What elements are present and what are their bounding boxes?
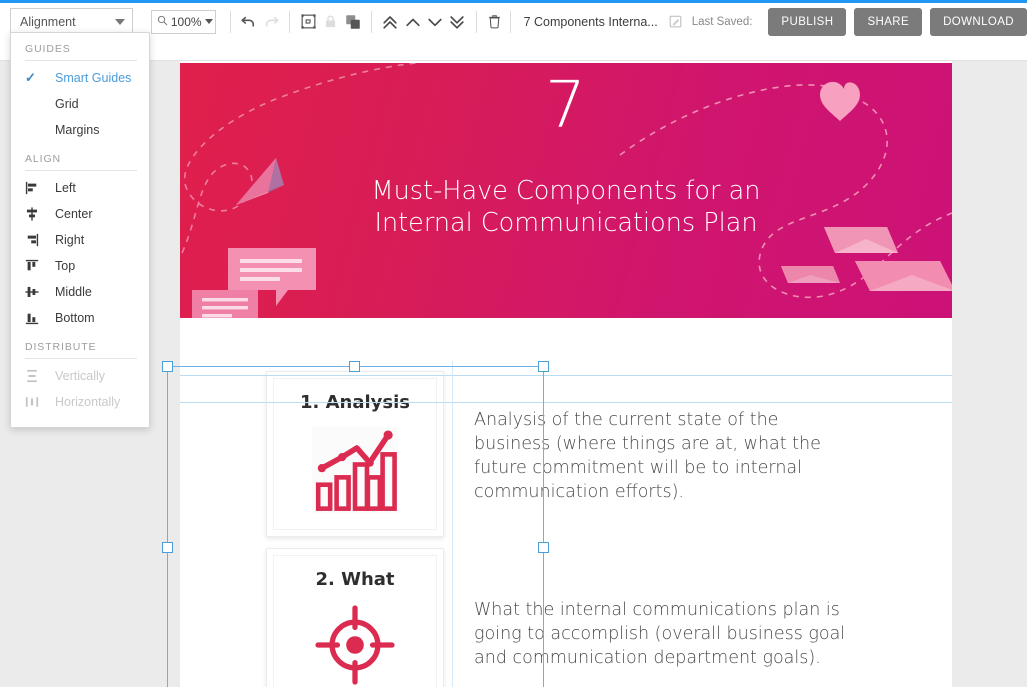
menu-item-label: Middle [55,285,92,299]
download-button[interactable]: DOWNLOAD [930,7,1027,36]
divider [25,60,137,61]
menu-item-label: Horizontally [55,395,121,409]
menu-item-align-middle[interactable]: Middle [11,279,149,305]
zoom-level-value: 100% [170,14,202,29]
lock-icon[interactable] [320,9,342,35]
menu-item-align-center[interactable]: Center [11,201,149,227]
toolbar-actions: PUBLISH SHARE DOWNLOAD [768,7,1027,36]
crop-frame-icon[interactable] [297,9,319,35]
check-icon: ✓ [25,70,36,85]
menu-item-label: Top [55,259,76,273]
toolbar-divider [229,10,231,33]
publish-button[interactable]: PUBLISH [768,7,847,36]
dropdown-section-heading-distribute: DISTRIBUTE [25,341,97,353]
dropdown-section-heading-guides: GUIDES [25,43,71,55]
chevron-down-icon [114,18,125,25]
slide-canvas[interactable]: 7 Must-Have Components for an Internal C… [180,61,952,687]
toolbar-divider [289,10,291,33]
redo-icon[interactable] [260,9,282,35]
selection-edge-left [167,366,168,687]
undo-icon[interactable] [238,9,260,35]
resize-handle-middle-left[interactable] [162,542,173,553]
item-card-1[interactable]: 1. Analysis [266,371,444,537]
selection-edge-right [543,366,544,687]
menu-item-distribute-horizontally: Horizontally [11,389,149,415]
edit-pencil-icon[interactable] [668,14,683,29]
menu-item-align-right[interactable]: Right [11,227,149,253]
banner-title-line-1: Must-Have Components for an [371,176,761,206]
item-body-2[interactable]: What the internal communications plan is… [474,599,864,671]
align-center-icon [25,207,55,221]
menu-item-margins[interactable]: Margins [11,117,149,143]
banner-title-line-2: Internal Communications Plan [374,208,758,239]
menu-item-label: Vertically [55,369,106,383]
banner-title: Must-Have Components for an Internal Com… [180,175,952,240]
menu-item-align-bottom[interactable]: Bottom [11,305,149,331]
divider [25,358,137,359]
smart-guide-horizontal [180,375,952,376]
menu-item-label: Center [55,207,93,221]
item-card-2[interactable]: 2. What [266,548,444,687]
menu-item-label: Left [55,181,76,195]
menu-item-smart-guides[interactable]: ✓ Smart Guides [11,65,149,91]
banner-number: 7 [545,69,587,143]
menu-item-label: Grid [55,97,79,111]
resize-handle-middle-right[interactable] [538,542,549,553]
slide-banner[interactable]: 7 Must-Have Components for an Internal C… [180,63,952,318]
menu-item-label: Right [55,233,85,247]
smart-guide-vertical [452,361,453,687]
main-toolbar: Alignment 100% 7 Components Interna... L… [0,3,1027,61]
target-crosshair-icon [267,601,443,687]
share-button[interactable]: SHARE [854,7,923,36]
menu-item-distribute-vertically: Vertically [11,363,149,389]
menu-item-label: Bottom [55,311,95,325]
resize-handle-top-center[interactable] [349,361,360,372]
align-bottom-icon [25,311,55,325]
align-top-icon [25,259,55,273]
bring-to-front-icon[interactable] [379,9,401,35]
align-left-icon [25,181,55,195]
divider [25,170,137,171]
toolbar-divider [371,10,373,33]
alignment-dropdown-button[interactable]: Alignment [10,8,133,35]
item-title-2: 2. What [315,569,395,590]
infographic-editor-app: Alignment 100% 7 Components Interna... L… [0,0,1027,687]
trash-icon[interactable] [483,9,505,35]
alignment-dropdown-label: Alignment [20,14,76,29]
document-title[interactable]: 7 Components Interna... [524,15,658,29]
distribute-vertical-icon [25,369,55,383]
duplicate-icon[interactable] [342,9,364,35]
dropdown-section-heading-align: ALIGN [25,153,62,165]
toolbar-divider [509,10,511,33]
resize-handle-top-left[interactable] [162,361,173,372]
menu-item-label: Smart Guides [55,71,132,85]
search-icon [157,15,168,29]
distribute-horizontal-icon [25,395,55,409]
bring-forward-icon[interactable] [401,9,423,35]
chevron-down-icon [204,19,213,24]
menu-item-align-left[interactable]: Left [11,175,149,201]
align-right-icon [25,233,55,247]
send-to-back-icon[interactable] [446,9,468,35]
last-saved-label: Last Saved: [691,15,753,28]
menu-item-label: Margins [55,123,100,137]
resize-handle-top-right[interactable] [538,361,549,372]
alignment-dropdown-menu: GUIDES ✓ Smart Guides Grid Margins ALIGN… [10,32,150,428]
menu-item-grid[interactable]: Grid [11,91,149,117]
speech-bubble-icons [192,248,316,318]
zoom-level-selector[interactable]: 100% [150,9,216,34]
menu-item-align-top[interactable]: Top [11,253,149,279]
smart-guide-horizontal [180,402,952,403]
send-backward-icon[interactable] [424,9,446,35]
bar-chart-growth-icon [267,424,443,516]
editor-workspace[interactable]: 7 Must-Have Components for an Internal C… [0,61,1027,687]
item-body-1[interactable]: Analysis of the current state of the bus… [474,409,846,505]
align-middle-icon [25,285,55,299]
top-accent-bar [0,0,1027,3]
toolbar-divider [475,10,477,33]
